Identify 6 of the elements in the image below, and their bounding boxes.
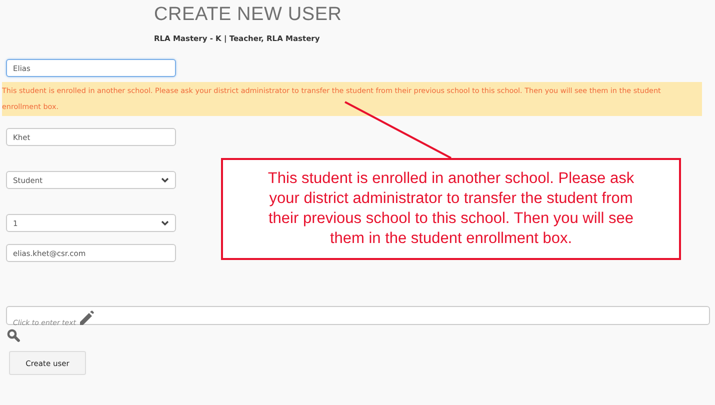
caret-icon [161, 220, 169, 226]
caret-icon [161, 177, 169, 183]
search-icon[interactable] [7, 329, 20, 342]
callout-text: This student is enrolled in another school. Please ask your district administrator to transfer the student from their previous school to this school. Then you will see them in the student enrollment box. [266, 169, 636, 249]
pencil-icon [78, 310, 94, 326]
page-title: CREATE NEW USER [154, 4, 343, 26]
